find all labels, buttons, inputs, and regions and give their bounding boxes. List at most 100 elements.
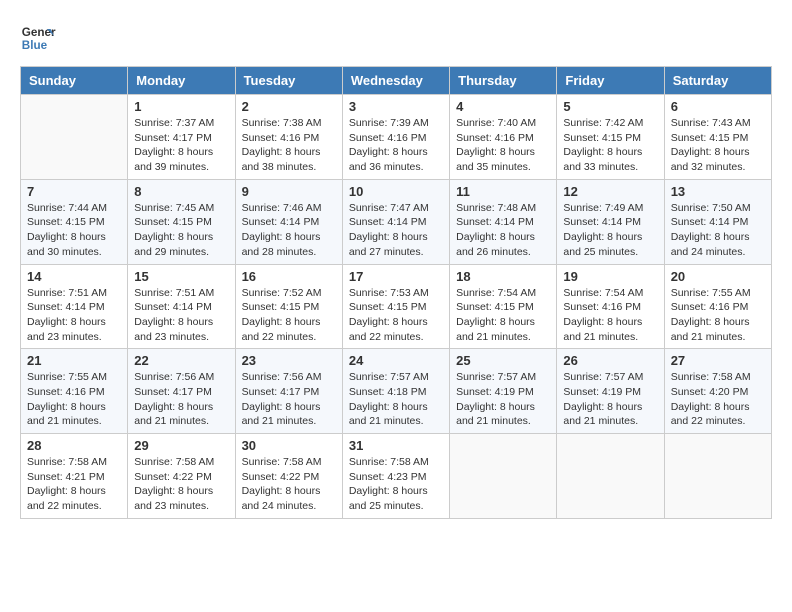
day-number: 8 (134, 184, 228, 199)
header-cell-friday: Friday (557, 67, 664, 95)
day-info: Sunrise: 7:58 AMSunset: 4:21 PMDaylight:… (27, 455, 121, 514)
calendar-cell: 22 Sunrise: 7:56 AMSunset: 4:17 PMDayligh… (128, 349, 235, 434)
calendar-cell: 21 Sunrise: 7:55 AMSunset: 4:16 PMDayligh… (21, 349, 128, 434)
calendar-cell: 3Sunrise: 7:39 AMSunset: 4:16 PMDaylight… (342, 95, 449, 180)
day-info: Sunrise: 7:44 AMSunset: 4:15 PMDaylight:… (27, 201, 121, 260)
day-info: Sunrise: 7:51 AMSunset: 4:14 PMDaylight:… (27, 286, 121, 345)
day-number: 12 (563, 184, 657, 199)
calendar-cell: 10 Sunrise: 7:47 AMSunset: 4:14 PMDayligh… (342, 179, 449, 264)
day-number: 5 (563, 99, 657, 114)
day-number: 11 (456, 184, 550, 199)
day-number: 4 (456, 99, 550, 114)
day-number: 19 (563, 269, 657, 284)
day-info: Sunrise: 7:37 AMSunset: 4:17 PMDaylight:… (134, 116, 228, 175)
day-info: Sunrise: 7:57 AMSunset: 4:18 PMDaylight:… (349, 370, 443, 429)
day-info: Sunrise: 7:57 AMSunset: 4:19 PMDaylight:… (456, 370, 550, 429)
calendar-cell: 27 Sunrise: 7:58 AMSunset: 4:20 PMDayligh… (664, 349, 771, 434)
calendar-cell: 11 Sunrise: 7:48 AMSunset: 4:14 PMDayligh… (450, 179, 557, 264)
calendar-cell: 30 Sunrise: 7:58 AMSunset: 4:22 PMDayligh… (235, 434, 342, 519)
day-info: Sunrise: 7:50 AMSunset: 4:14 PMDaylight:… (671, 201, 765, 260)
calendar-cell: 12 Sunrise: 7:49 AMSunset: 4:14 PMDayligh… (557, 179, 664, 264)
calendar-cell: 9 Sunrise: 7:46 AMSunset: 4:14 PMDaylight… (235, 179, 342, 264)
header-cell-sunday: Sunday (21, 67, 128, 95)
day-number: 16 (242, 269, 336, 284)
calendar-cell: 14Sunrise: 7:51 AMSunset: 4:14 PMDayligh… (21, 264, 128, 349)
calendar-cell: 17 Sunrise: 7:53 AMSunset: 4:15 PMDayligh… (342, 264, 449, 349)
calendar-cell: 4 Sunrise: 7:40 AMSunset: 4:16 PMDaylight… (450, 95, 557, 180)
calendar-cell: 24 Sunrise: 7:57 AMSunset: 4:18 PMDayligh… (342, 349, 449, 434)
day-number: 9 (242, 184, 336, 199)
calendar-cell: 2 Sunrise: 7:38 AMSunset: 4:16 PMDaylight… (235, 95, 342, 180)
calendar-cell: 26 Sunrise: 7:57 AMSunset: 4:19 PMDayligh… (557, 349, 664, 434)
day-number: 2 (242, 99, 336, 114)
calendar-week-row: 1 Sunrise: 7:37 AMSunset: 4:17 PMDaylight… (21, 95, 772, 180)
day-number: 7 (27, 184, 121, 199)
day-info: Sunrise: 7:47 AMSunset: 4:14 PMDaylight:… (349, 201, 443, 260)
day-number: 30 (242, 438, 336, 453)
day-info: Sunrise: 7:52 AMSunset: 4:15 PMDaylight:… (242, 286, 336, 345)
day-info: Sunrise: 7:54 AMSunset: 4:15 PMDaylight:… (456, 286, 550, 345)
day-info: Sunrise: 7:57 AMSunset: 4:19 PMDaylight:… (563, 370, 657, 429)
day-info: Sunrise: 7:46 AMSunset: 4:14 PMDaylight:… (242, 201, 336, 260)
day-info: Sunrise: 7:58 AMSunset: 4:22 PMDaylight:… (242, 455, 336, 514)
calendar-week-row: 14Sunrise: 7:51 AMSunset: 4:14 PMDayligh… (21, 264, 772, 349)
day-info: Sunrise: 7:58 AMSunset: 4:20 PMDaylight:… (671, 370, 765, 429)
day-number: 21 (27, 353, 121, 368)
calendar-cell (450, 434, 557, 519)
calendar-cell (557, 434, 664, 519)
day-number: 23 (242, 353, 336, 368)
calendar-cell: 28 Sunrise: 7:58 AMSunset: 4:21 PMDayligh… (21, 434, 128, 519)
calendar-week-row: 7 Sunrise: 7:44 AMSunset: 4:15 PMDaylight… (21, 179, 772, 264)
day-info: Sunrise: 7:58 AMSunset: 4:22 PMDaylight:… (134, 455, 228, 514)
calendar-cell: 18 Sunrise: 7:54 AMSunset: 4:15 PMDayligh… (450, 264, 557, 349)
calendar-cell: 7 Sunrise: 7:44 AMSunset: 4:15 PMDaylight… (21, 179, 128, 264)
header: General Blue (20, 20, 772, 56)
day-number: 24 (349, 353, 443, 368)
calendar-cell: 15 Sunrise: 7:51 AMSunset: 4:14 PMDayligh… (128, 264, 235, 349)
header-cell-tuesday: Tuesday (235, 67, 342, 95)
day-info: Sunrise: 7:58 AMSunset: 4:23 PMDaylight:… (349, 455, 443, 514)
day-info: Sunrise: 7:49 AMSunset: 4:14 PMDaylight:… (563, 201, 657, 260)
calendar-cell: 20Sunrise: 7:55 AMSunset: 4:16 PMDayligh… (664, 264, 771, 349)
day-number: 1 (134, 99, 228, 114)
day-number: 31 (349, 438, 443, 453)
calendar-week-row: 28 Sunrise: 7:58 AMSunset: 4:21 PMDayligh… (21, 434, 772, 519)
day-number: 25 (456, 353, 550, 368)
day-info: Sunrise: 7:55 AMSunset: 4:16 PMDaylight:… (27, 370, 121, 429)
day-number: 22 (134, 353, 228, 368)
day-info: Sunrise: 7:48 AMSunset: 4:14 PMDaylight:… (456, 201, 550, 260)
calendar-cell: 6Sunrise: 7:43 AMSunset: 4:15 PMDaylight… (664, 95, 771, 180)
calendar-cell: 23Sunrise: 7:56 AMSunset: 4:17 PMDayligh… (235, 349, 342, 434)
day-number: 26 (563, 353, 657, 368)
calendar-cell (664, 434, 771, 519)
calendar-cell: 8 Sunrise: 7:45 AMSunset: 4:15 PMDaylight… (128, 179, 235, 264)
day-info: Sunrise: 7:56 AMSunset: 4:17 PMDaylight:… (134, 370, 228, 429)
day-number: 10 (349, 184, 443, 199)
calendar-week-row: 21 Sunrise: 7:55 AMSunset: 4:16 PMDayligh… (21, 349, 772, 434)
day-info: Sunrise: 7:55 AMSunset: 4:16 PMDaylight:… (671, 286, 765, 345)
calendar-cell: 16 Sunrise: 7:52 AMSunset: 4:15 PMDayligh… (235, 264, 342, 349)
day-number: 18 (456, 269, 550, 284)
day-info: Sunrise: 7:38 AMSunset: 4:16 PMDaylight:… (242, 116, 336, 175)
calendar-table: SundayMondayTuesdayWednesdayThursdayFrid… (20, 66, 772, 519)
calendar-cell: 5 Sunrise: 7:42 AMSunset: 4:15 PMDaylight… (557, 95, 664, 180)
day-info: Sunrise: 7:40 AMSunset: 4:16 PMDaylight:… (456, 116, 550, 175)
calendar-cell: 1 Sunrise: 7:37 AMSunset: 4:17 PMDaylight… (128, 95, 235, 180)
calendar-cell: 31 Sunrise: 7:58 AMSunset: 4:23 PMDayligh… (342, 434, 449, 519)
calendar-body: 1 Sunrise: 7:37 AMSunset: 4:17 PMDaylight… (21, 95, 772, 519)
header-cell-saturday: Saturday (664, 67, 771, 95)
day-info: Sunrise: 7:53 AMSunset: 4:15 PMDaylight:… (349, 286, 443, 345)
logo: General Blue (20, 20, 56, 56)
day-info: Sunrise: 7:51 AMSunset: 4:14 PMDaylight:… (134, 286, 228, 345)
day-number: 27 (671, 353, 765, 368)
day-number: 28 (27, 438, 121, 453)
calendar-cell (21, 95, 128, 180)
day-number: 15 (134, 269, 228, 284)
calendar-cell: 29Sunrise: 7:58 AMSunset: 4:22 PMDayligh… (128, 434, 235, 519)
calendar-cell: 19Sunrise: 7:54 AMSunset: 4:16 PMDayligh… (557, 264, 664, 349)
day-info: Sunrise: 7:42 AMSunset: 4:15 PMDaylight:… (563, 116, 657, 175)
svg-text:Blue: Blue (22, 39, 48, 52)
header-cell-wednesday: Wednesday (342, 67, 449, 95)
day-number: 17 (349, 269, 443, 284)
day-info: Sunrise: 7:45 AMSunset: 4:15 PMDaylight:… (134, 201, 228, 260)
